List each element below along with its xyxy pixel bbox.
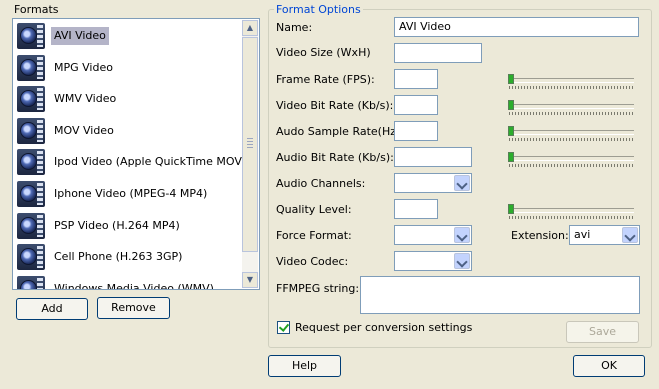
list-item-label: MOV Video [54, 123, 114, 137]
list-item-label: MPG Video [54, 60, 113, 74]
list-item[interactable]: MPG Video [15, 53, 240, 83]
list-item[interactable]: WMV Video [15, 84, 240, 114]
scroll-down-button[interactable]: ▼ [242, 272, 258, 288]
quality-label: Quality Level: [276, 203, 352, 216]
ffmpeg-field[interactable] [360, 276, 640, 314]
audio-sample-slider[interactable] [508, 124, 634, 141]
film-icon [17, 212, 45, 239]
film-icon [17, 23, 45, 49]
ok-button[interactable]: OK [573, 355, 645, 377]
list-item-label: WMV Video [54, 92, 117, 106]
video-codec-select[interactable] [394, 251, 472, 271]
frame-rate-label: Frame Rate (FPS): [276, 73, 375, 86]
quality-field[interactable] [394, 199, 438, 219]
audio-bitrate-label: Audio Bit Rate (Kb/s): [276, 151, 394, 164]
video-bitrate-slider[interactable] [508, 98, 634, 115]
name-field[interactable]: AVI Video [394, 17, 639, 37]
audio-sample-field[interactable] [394, 121, 438, 141]
list-item-label: Cell Phone (H.263 3GP) [54, 250, 183, 264]
video-bitrate-label: Video Bit Rate (Kb/s): [276, 99, 394, 112]
video-bitrate-field[interactable] [394, 95, 438, 115]
name-label: Name: [276, 21, 313, 34]
ffmpeg-label: FFMPEG string: [276, 282, 360, 295]
list-item-label: AVI Video [51, 27, 109, 45]
film-icon [17, 181, 45, 207]
film-icon [17, 117, 45, 144]
chevron-down-icon[interactable] [622, 227, 638, 243]
force-format-label: Force Format: [276, 229, 352, 242]
chevron-down-icon[interactable] [454, 253, 470, 269]
video-codec-label: Video Codec: [276, 255, 349, 268]
audio-sample-label: Audo Sample Rate(Hz): [276, 125, 405, 138]
chevron-down-icon[interactable] [454, 227, 470, 243]
list-item-label: Windows Media Video (WMV) [54, 281, 214, 290]
list-item[interactable]: Ipod Video (Apple QuickTime MOV) [15, 147, 246, 177]
force-format-select[interactable] [394, 225, 472, 245]
film-icon [17, 86, 45, 113]
list-item-label: PSP Video (H.264 MP4) [54, 218, 180, 232]
list-item-label: Ipod Video (Apple QuickTime MOV) [54, 155, 247, 169]
formats-scrollbar[interactable]: ▲ ▼ [242, 20, 258, 288]
help-button[interactable]: Help [268, 355, 341, 377]
save-button[interactable]: Save [566, 321, 639, 343]
film-icon [17, 54, 45, 81]
formats-list[interactable]: AVI Video MPG Video WMV Video MOV Video Ipod… [12, 18, 260, 290]
list-item[interactable]: Cell Phone (H.263 3GP) [15, 242, 240, 272]
video-size-label: Video Size (WxH) [276, 46, 371, 59]
formats-label: Formats [14, 3, 59, 16]
request-checkbox[interactable] [277, 321, 290, 334]
audio-bitrate-field[interactable] [394, 147, 472, 167]
format-options-title: Format Options [274, 3, 363, 16]
request-label: Request per conversion settings [295, 321, 473, 334]
audio-channels-select[interactable] [394, 173, 472, 193]
film-icon [17, 244, 45, 271]
extension-select[interactable]: avi [569, 225, 640, 245]
quality-slider[interactable] [508, 202, 634, 219]
list-item-label: Iphone Video (MPEG-4 MP4) [54, 187, 208, 200]
remove-button[interactable]: Remove [97, 297, 170, 319]
film-icon [17, 275, 45, 289]
list-item[interactable]: PSP Video (H.264 MP4) [15, 211, 240, 241]
list-item[interactable]: Iphone Video (MPEG-4 MP4) [15, 179, 240, 209]
video-size-field[interactable] [394, 43, 482, 63]
frame-rate-slider[interactable] [508, 72, 634, 89]
audio-channels-label: Audio Channels: [276, 177, 366, 190]
film-icon [17, 149, 45, 176]
list-item[interactable]: MOV Video [15, 116, 240, 146]
frame-rate-field[interactable] [394, 69, 438, 89]
chevron-down-icon[interactable] [454, 175, 470, 191]
audio-bitrate-slider[interactable] [508, 150, 634, 167]
extension-label: Extension: [511, 229, 569, 242]
add-button[interactable]: Add [16, 298, 88, 320]
list-item[interactable]: Windows Media Video (WMV) [15, 274, 240, 290]
list-item[interactable]: AVI Video [15, 21, 240, 51]
scroll-up-button[interactable]: ▲ [242, 20, 258, 36]
scroll-thumb[interactable] [242, 37, 258, 252]
